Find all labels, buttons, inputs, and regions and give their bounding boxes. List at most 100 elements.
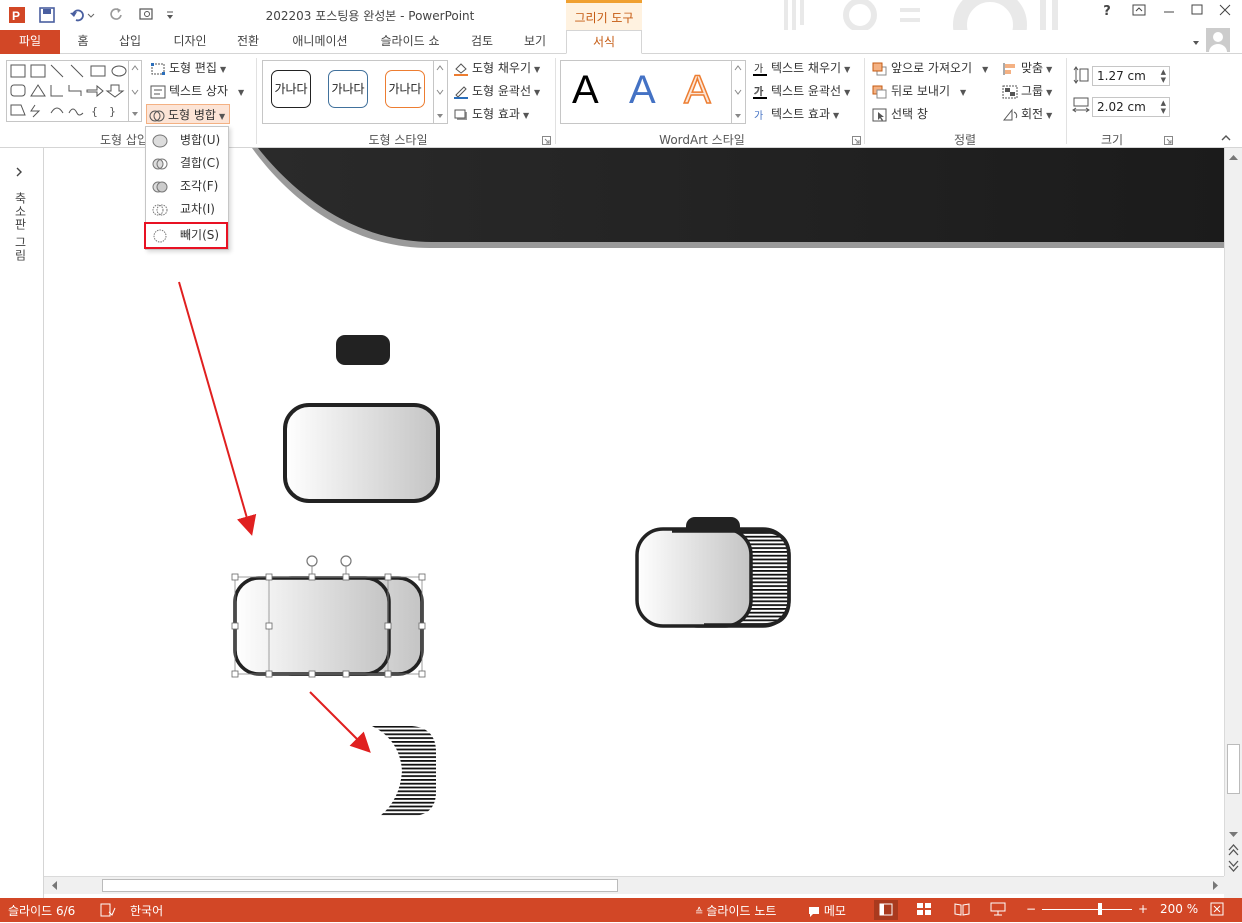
minimize-button[interactable] [1158,4,1180,24]
wordart-group-label: WordArt 스타일 [659,133,745,147]
close-button[interactable] [1214,4,1236,24]
group-label: 그룹 [1021,84,1044,98]
fit-to-window-button[interactable] [1210,902,1224,919]
union-icon [152,134,168,148]
text-effects-button[interactable]: 가 텍스트 효과 ▼ [752,104,839,124]
wordart-style-2[interactable]: A [629,68,656,113]
header-band [258,148,1224,242]
shape-outline-button[interactable]: 도형 윤곽선 ▼ [453,81,540,101]
zoom-in-button[interactable]: + [1138,902,1148,916]
text-outline-label: 텍스트 윤곽선 [771,84,842,98]
tab-home[interactable]: 홈 [70,30,96,54]
notes-button[interactable]: ≙ 슬라이드 노트 [695,902,776,919]
comments-button[interactable]: 메모 [808,902,846,919]
edit-shape-button[interactable]: 도형 편집 ▼ [150,58,226,78]
shape-effects-button[interactable]: 도형 효과 ▼ [453,104,529,124]
thumbnail-pane-collapsed[interactable]: 축소판 그림 [0,148,44,898]
shape-style-3[interactable]: 가나다 [385,70,425,108]
language-indicator[interactable]: 한국어 [130,902,163,919]
tab-format[interactable]: 서식 [566,30,642,54]
scroll-down-icon[interactable] [1228,828,1239,842]
tab-transitions[interactable]: 전환 [229,30,267,54]
shape-gallery[interactable]: {} [6,60,142,122]
text-box-button[interactable]: 텍스트 상자 ▼ [150,81,244,101]
zoom-slider-track[interactable] [1042,909,1132,910]
tab-file[interactable]: 파일 [0,30,60,54]
wordart-launcher-icon[interactable] [852,134,861,148]
menu-item-combine[interactable]: 결합(C) [146,152,228,175]
menu-item-intersect[interactable]: 교차(I) [146,198,228,221]
menu-item-fragment[interactable]: 조각(F) [146,175,228,198]
vertical-scrollbar[interactable] [1224,148,1242,876]
wordart-style-1[interactable]: A [572,68,599,113]
finished-example-shape[interactable] [635,517,791,628]
align-button[interactable]: 맞춤 ▼ [1002,58,1052,78]
merge-shapes-button[interactable]: 도형 병합 ▼ [146,104,231,124]
reading-view-button[interactable] [954,902,970,919]
slide-show-button[interactable] [990,902,1006,919]
menu-item-union[interactable]: 병합(U) [146,129,228,152]
text-outline-button[interactable]: 가 텍스트 윤곽선 ▼ [752,81,850,101]
wordart-style-3[interactable]: A [683,67,711,113]
help-button[interactable]: ? [1096,4,1118,24]
zoom-slider-thumb[interactable] [1098,903,1102,915]
subtract-highlight-box [144,222,228,249]
tab-view[interactable]: 보기 [516,30,554,54]
tab-slide-show[interactable]: 슬라이드 쇼 [372,30,448,54]
shape-styles-scroll[interactable] [433,60,447,124]
scroll-up-icon[interactable] [1228,152,1239,166]
text-fill-button[interactable]: 가 텍스트 채우기 ▼ [752,58,850,78]
dark-pill-shape[interactable] [336,335,390,365]
zoom-level[interactable]: 200 % [1160,902,1198,916]
send-backward-button[interactable]: 뒤로 보내기 ▼ [872,81,966,101]
vertical-scroll-thumb[interactable] [1227,744,1240,794]
selected-shapes-group[interactable] [231,555,426,678]
rotate-button[interactable]: 회전 ▼ [1002,104,1052,124]
normal-view-button[interactable] [874,900,898,920]
scroll-left-icon[interactable] [50,880,60,894]
comment-icon [809,906,819,917]
account-dropdown-icon[interactable] [1192,36,1200,50]
tab-insert[interactable]: 삽입 [112,30,148,54]
tab-design[interactable]: 디자인 [166,30,214,54]
size-launcher-icon[interactable] [1164,134,1173,148]
merge-shapes-label: 도형 병합 [168,108,216,122]
shape-gallery-scroll[interactable] [128,60,142,122]
shape-style-2[interactable]: 가나다 [328,70,368,108]
scroll-right-icon[interactable] [1210,880,1220,894]
tab-animations[interactable]: 애니메이션 [284,30,356,54]
group-button[interactable]: 그룹 ▼ [1002,81,1052,101]
group-separator [864,58,865,144]
edit-shape-icon [151,62,165,75]
rotate-icon [1002,108,1018,120]
height-value: 1.27 cm [1097,69,1146,83]
width-icon [1072,96,1090,117]
shape-styles-launcher-icon[interactable] [542,134,551,148]
spell-check-icon[interactable] [100,903,116,920]
bring-forward-button[interactable]: 앞으로 가져오기 ▼ [872,58,988,78]
text-box-label: 텍스트 상자 [169,84,229,98]
shape-style-1[interactable]: 가나다 [271,70,311,108]
horizontal-scroll-thumb[interactable] [102,879,618,892]
horizontal-scrollbar[interactable] [44,876,1224,894]
width-input[interactable]: 2.02 cm ▲ ▼ [1092,97,1170,117]
previous-slide-icon[interactable] [1228,844,1239,859]
ribbon-display-options-button[interactable] [1128,4,1150,24]
expand-thumbnails-icon[interactable] [14,166,24,181]
avatar[interactable] [1206,28,1230,52]
menu-item-combine-label: 결합(C) [180,156,220,170]
height-input[interactable]: 1.27 cm ▲ ▼ [1092,66,1170,86]
maximize-button[interactable] [1186,4,1208,24]
shape-fill-button[interactable]: 도형 채우기 ▼ [453,58,540,78]
tab-review[interactable]: 검토 [464,30,500,54]
collapse-ribbon-icon[interactable] [1220,132,1232,146]
gradient-rounded-rect[interactable] [283,403,440,503]
drawing-tools-context-title: 그리기 도구 [566,0,642,30]
slide-canvas[interactable] [44,148,1224,876]
next-slide-icon[interactable] [1228,860,1239,875]
selection-pane-button[interactable]: 선택 창 [872,104,928,124]
subtracted-striped-shape[interactable] [372,726,436,816]
wordart-gallery-scroll[interactable] [731,60,745,124]
slide-sorter-button[interactable] [916,902,932,919]
zoom-out-button[interactable]: − [1026,902,1036,916]
